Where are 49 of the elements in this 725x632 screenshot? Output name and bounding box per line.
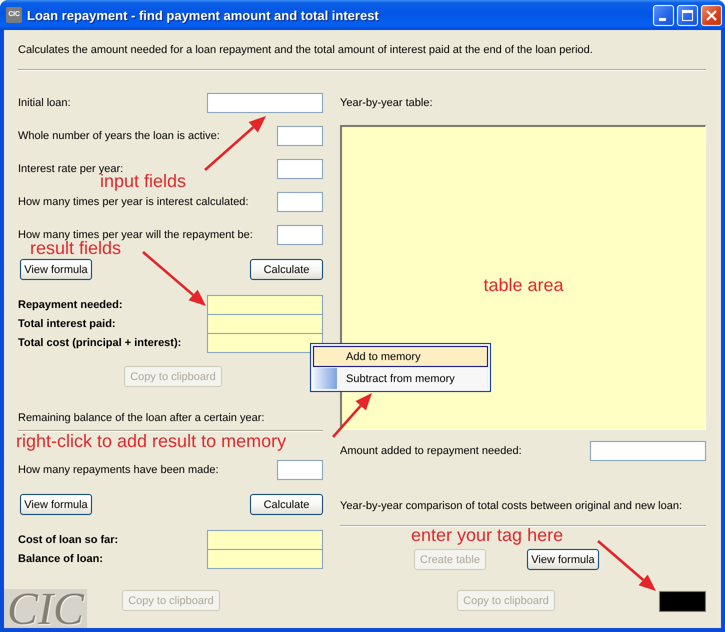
menu-item[interactable]: Add to memory: [313, 346, 488, 367]
minimize-icon: [658, 18, 666, 21]
close-icon: [706, 10, 717, 20]
annotation-text: right-click to add result to memory: [16, 431, 286, 451]
input-field[interactable]: [277, 126, 323, 146]
input-field[interactable]: [207, 93, 323, 113]
arrow: [142, 251, 206, 306]
input-field[interactable]: [277, 192, 323, 212]
result-field[interactable]: [207, 295, 323, 315]
arrow: [332, 393, 372, 438]
maximize-icon: [682, 10, 693, 20]
minimize-button[interactable]: [653, 4, 674, 26]
input-field[interactable]: [590, 441, 706, 461]
section-heading: Year-by-year table:: [340, 97, 434, 110]
result-label: Cost of loan so far:: [18, 534, 118, 546]
logo: CIC: [4, 589, 87, 628]
input-field[interactable]: [277, 159, 323, 179]
view-formula-button[interactable]: View formula: [527, 549, 599, 570]
menu-item[interactable]: Subtract from memory: [313, 368, 488, 389]
result-field[interactable]: [207, 530, 323, 550]
field-label: How many repayments have been made:: [18, 464, 219, 476]
view-formula-button[interactable]: View formula: [20, 259, 92, 280]
result-field[interactable]: [207, 314, 323, 334]
result-label: Balance of loan:: [18, 553, 103, 565]
section-heading: Remaining balance of the loan after a certain year:: [18, 412, 266, 425]
close-button[interactable]: [701, 4, 722, 26]
field-label: Whole number of years the loan is active:: [18, 130, 220, 142]
tag-field[interactable]: [659, 591, 706, 612]
arrow: [597, 540, 656, 591]
view-formula-button[interactable]: View formula: [20, 494, 92, 515]
calculate-button[interactable]: Calculate: [250, 259, 323, 280]
input-field[interactable]: [277, 460, 323, 480]
input-field[interactable]: [277, 225, 323, 245]
description-text: Calculates the amount needed for a loan repayment and the total amount of interest paid at the end of the loan period.: [18, 44, 594, 57]
window-title: Loan repayment - find payment amount and total interest: [27, 8, 379, 22]
maximize-button[interactable]: [677, 4, 698, 26]
result-field[interactable]: [207, 333, 323, 353]
result-label: Total interest paid:: [18, 318, 116, 330]
calculate-button[interactable]: Calculate: [250, 494, 323, 515]
annotation-text: enter your tag here: [411, 525, 564, 545]
field-label: Initial loan:: [18, 97, 71, 109]
section-heading: Year-by-year comparison of total costs between original and new loan:: [340, 500, 684, 513]
result-label: Total cost (principal + interest):: [18, 337, 182, 349]
result-label: Repayment needed:: [18, 299, 123, 311]
field-label: How many times per year will the repayment be:: [18, 229, 253, 241]
field-label: How many times per year is interest calculated:: [18, 196, 248, 208]
annotation-text: table area: [483, 275, 564, 295]
result-field[interactable]: [207, 549, 323, 569]
field-label: Amount added to repayment needed:: [340, 445, 522, 457]
